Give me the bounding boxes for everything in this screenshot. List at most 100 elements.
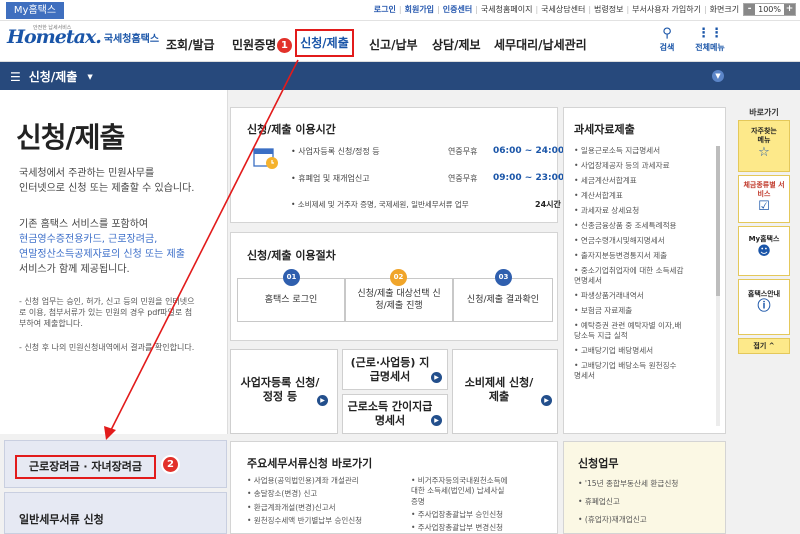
all-menu-button[interactable]: ⋮⋮ 전체메뉴 bbox=[688, 26, 732, 53]
search-icon: ⚲ bbox=[662, 26, 672, 41]
step-number: 03 bbox=[495, 269, 512, 286]
logo-tagline: 안전한 납세서비스 bbox=[33, 25, 72, 31]
info-link-1[interactable]: 현금영수증전용카드, 근로장려금, bbox=[19, 233, 157, 248]
list-item[interactable]: • '15년 종합부동산세 환급신청 bbox=[578, 478, 721, 489]
cert-center-link[interactable]: 인증센터 bbox=[443, 4, 472, 15]
nav-consult[interactable]: 상담/제보 bbox=[432, 36, 481, 53]
list-item[interactable]: • 고배당기업 배당명세서 bbox=[574, 346, 717, 356]
zoom-value: 100% bbox=[758, 5, 781, 14]
list-item[interactable]: • 주사업장총괄납부 승인신청 bbox=[411, 510, 556, 520]
list-item[interactable]: • 계산서합계표 bbox=[574, 191, 717, 201]
nts-homepage-link[interactable]: 국세청홈페이지 bbox=[481, 4, 533, 15]
search-label: 검색 bbox=[659, 43, 675, 52]
hours-row-time: 09:00 ~ 23:00 bbox=[493, 173, 565, 183]
list-item[interactable]: • 송달장소(변경) 신고 bbox=[247, 489, 417, 499]
list-item[interactable]: • 중소기업취업자에 대한 소득세감 bbox=[574, 266, 717, 276]
hometax-logo[interactable]: 안전한 납세서비스 Hometax. 국세청홈택스 bbox=[7, 25, 159, 48]
hours-row-label: • 소비제세 및 거주자 증명, 국제세원, 일반세무서류 업무 bbox=[291, 200, 469, 209]
list-item[interactable]: • 일용근로소득 지급명세서 bbox=[574, 146, 717, 156]
quick-label: 체금종류별 서비스 bbox=[743, 181, 785, 198]
list-item[interactable]: • 비거주자등의국내원천소득에 bbox=[411, 476, 556, 486]
list-item[interactable]: • 주사업장총괄납부 변경신청 bbox=[411, 523, 556, 533]
nav-report-pay[interactable]: 신고/납부 bbox=[369, 36, 418, 53]
list-item[interactable]: • 신종금융상품 중 조세특례적용 bbox=[574, 221, 717, 231]
zoom-control: - 100% + bbox=[743, 3, 796, 16]
list-item[interactable]: • 세금계산서합계표 bbox=[574, 176, 717, 186]
quick-guide[interactable]: 홈택스안내 ⓘ bbox=[738, 279, 790, 335]
step-marker-1: 1 bbox=[275, 36, 294, 55]
wage-statement-label: (근로·사업등) 지급명세서 bbox=[350, 356, 430, 383]
quick-tax-service[interactable]: 체금종류별 서비스 ☑ bbox=[738, 175, 790, 223]
info-icon: ⓘ bbox=[757, 299, 771, 314]
note-2: - 신청 후 나의 민원신청내역에서 결과를 확인합니다. bbox=[19, 343, 195, 352]
major-docs-box: 주요세무서류신청 바로가기 • 사업용(공익법인용)계좌 개설관리 • 송달장소… bbox=[230, 441, 558, 534]
quick-collapse-button[interactable]: 접기 ^ bbox=[738, 338, 790, 354]
wage-statement-shortcut[interactable]: (근로·사업등) 지급명세서 ▶ bbox=[342, 349, 448, 390]
arrow-right-icon: ▶ bbox=[431, 415, 442, 426]
all-menu-label: 전체메뉴 bbox=[695, 43, 725, 52]
zoom-out-button[interactable]: - bbox=[744, 4, 756, 15]
page-title: 신청/제출 bbox=[16, 121, 125, 154]
step-number: 02 bbox=[390, 269, 407, 286]
quick-label: 자주찾는 메뉴 bbox=[751, 127, 777, 144]
tax-data-list: • 일용근로소득 지급명세서 • 사업장제공자 등의 과세자료 • 세금계산서합… bbox=[574, 146, 717, 381]
general-docs-button[interactable]: 일반세무서류 신청 bbox=[4, 492, 227, 534]
check-icon: ☑ bbox=[758, 199, 770, 214]
list-item[interactable]: • 휴폐업신고 bbox=[578, 496, 721, 507]
major-docs-title: 주요세무서류신청 바로가기 bbox=[247, 457, 373, 470]
info-link-2[interactable]: 연말정산소득공제자료의 신청 또는 제출 bbox=[19, 248, 185, 263]
major-docs-col1: • 사업용(공익법인용)계좌 개설관리 • 송달장소(변경) 신고 • 환급계좌… bbox=[247, 476, 417, 526]
list-item[interactable]: • 과세자료 상세요청 bbox=[574, 206, 717, 216]
nav-apply-submit[interactable]: 신청/제출 bbox=[295, 29, 354, 57]
my-hometax-tab[interactable]: My홈택스 bbox=[6, 2, 64, 19]
zoom-in-button[interactable]: + bbox=[784, 4, 795, 15]
list-item[interactable]: • 고배당기업 배당소득 원천징수 bbox=[574, 361, 717, 371]
expand-icon[interactable]: ▼ bbox=[712, 70, 724, 82]
tax-data-title: 과세자료제출 bbox=[574, 123, 635, 136]
list-item-cont: 대한 소득세(법인세) 납세사실 bbox=[411, 486, 505, 496]
quick-label: My홈택스 bbox=[748, 235, 780, 243]
list-item[interactable]: • 파생상품거래내역서 bbox=[574, 291, 717, 301]
hours-row-time: 06:00 ~ 24:00 bbox=[493, 146, 565, 156]
hours-row-pre: 연중무휴 bbox=[448, 174, 478, 183]
caret-down-icon: ▼ bbox=[87, 72, 93, 81]
hours-row-pre: 연중무휴 bbox=[448, 147, 478, 156]
eitc-button[interactable]: 근로장려금 · 자녀장려금 bbox=[4, 440, 227, 488]
list-item-cont: 증명 bbox=[411, 496, 425, 506]
login-link[interactable]: 로그인 bbox=[374, 4, 396, 15]
person-icon: ☻ bbox=[757, 244, 771, 259]
list-item[interactable]: • 연금수령개시및해지명세서 bbox=[574, 236, 717, 246]
list-item[interactable]: • 환급계좌개설(변경)신고서 bbox=[247, 503, 417, 513]
dept-user-link[interactable]: 부서사용자 가입하기 bbox=[632, 4, 701, 15]
hours-title: 신청/제출 이용시간 bbox=[247, 123, 336, 136]
consumption-tax-shortcut[interactable]: 소비제세 신청/제출 ▶ bbox=[452, 349, 558, 434]
hamburger-icon: ☰ bbox=[10, 69, 21, 84]
list-item[interactable]: • (휴업자)재개업신고 bbox=[578, 514, 721, 525]
list-item[interactable]: • 원천징수세액 반기별납부 승인신청 bbox=[247, 516, 417, 526]
quick-links-sidebar: 바로가기 자주찾는 메뉴 ☆ 체금종류별 서비스 ☑ My홈택스 ☻ 홈택스안내… bbox=[738, 107, 790, 357]
list-item[interactable]: • 사업장제공자 등의 과세자료 bbox=[574, 161, 717, 171]
list-item[interactable]: • 예탁증권 관련 예탁자별 이자,배 bbox=[574, 321, 717, 331]
simple-statement-label: 근로소득 간이지급명세서 bbox=[347, 400, 433, 427]
note-1-line: 부하여 제출합니다. bbox=[19, 319, 83, 328]
search-button[interactable]: ⚲ 검색 bbox=[650, 26, 684, 53]
quick-favorites[interactable]: 자주찾는 메뉴 ☆ bbox=[738, 120, 790, 172]
step-number: 01 bbox=[283, 269, 300, 286]
consult-center-link[interactable]: 국세상담센터 bbox=[541, 4, 585, 15]
list-item[interactable]: • 사업용(공익법인용)계좌 개설관리 bbox=[247, 476, 417, 486]
arrow-right-icon: ▶ bbox=[317, 395, 328, 406]
simple-statement-shortcut[interactable]: 근로소득 간이지급명세서 ▶ bbox=[342, 394, 448, 434]
signup-link[interactable]: 회원가입 bbox=[405, 4, 434, 15]
biz-reg-shortcut[interactable]: 사업자등록 신청/정정 등 ▶ bbox=[230, 349, 338, 434]
nav-tax-agent[interactable]: 세무대리/납세관리 bbox=[494, 36, 587, 53]
scrollbar-track[interactable] bbox=[716, 146, 720, 426]
law-info-link[interactable]: 법령정보 bbox=[594, 4, 623, 15]
scrollbar-thumb[interactable] bbox=[716, 146, 720, 296]
section-menu-dropdown[interactable]: ☰ 신청/제출 ▼ bbox=[10, 68, 93, 85]
nav-inquiry[interactable]: 조회/발급 bbox=[166, 36, 215, 53]
nav-certificates[interactable]: 민원증명 bbox=[232, 36, 276, 53]
list-item[interactable]: • 보험금 자료제출 bbox=[574, 306, 717, 316]
main-header: 안전한 납세서비스 Hometax. 국세청홈택스 조회/발급 민원증명 신청/… bbox=[0, 21, 800, 62]
quick-my-hometax[interactable]: My홈택스 ☻ bbox=[738, 226, 790, 276]
list-item[interactable]: • 출자지분등변경통지서 제출 bbox=[574, 251, 717, 261]
